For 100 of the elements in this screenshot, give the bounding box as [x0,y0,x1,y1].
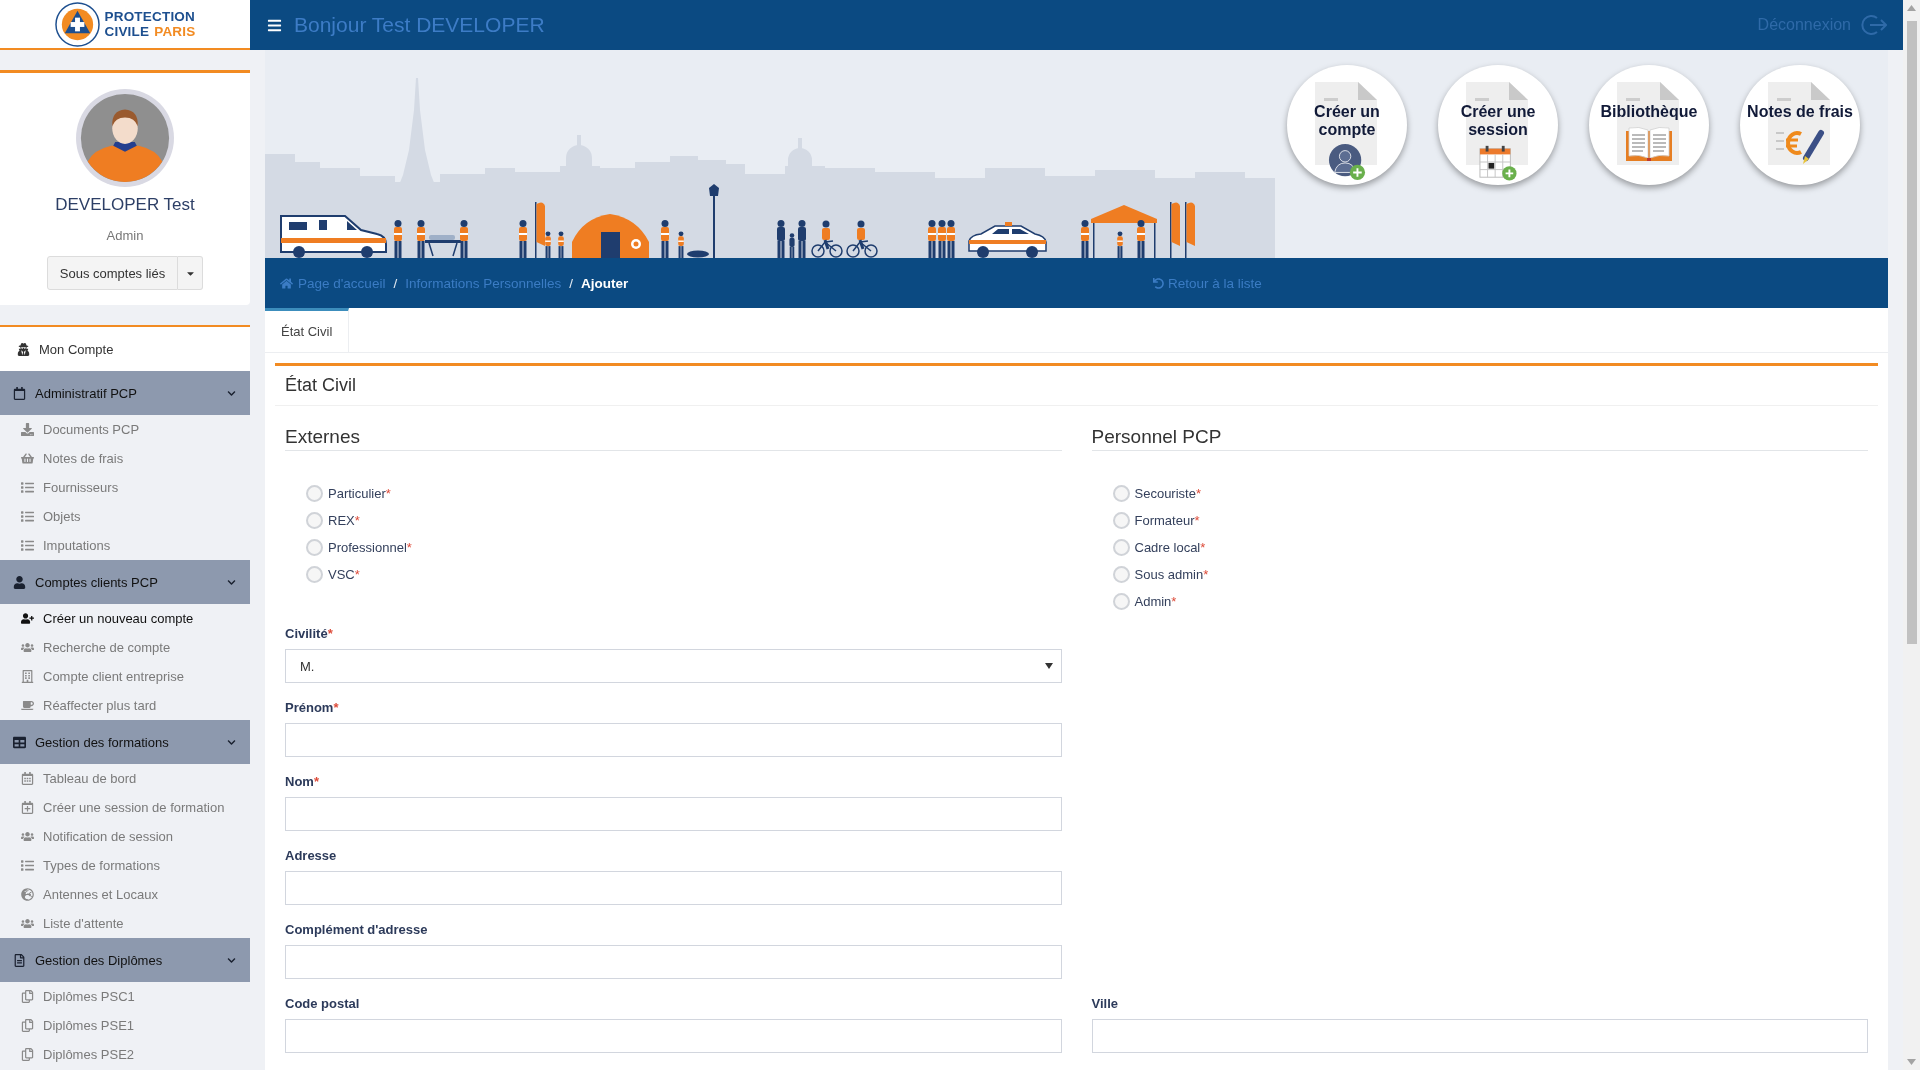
sidebar-item[interactable]: Imputations [0,531,250,560]
rescuer-drawing [545,231,551,258]
document-icon [13,953,26,967]
table-icon [13,735,26,749]
radio-button[interactable] [1112,512,1130,529]
dropdown-toggle-button[interactable] [178,256,204,290]
sidebar-item[interactable]: Recherche de compte [0,633,250,662]
radio-button[interactable] [1112,539,1130,556]
text-input-field[interactable] [285,797,1062,831]
profile-role: Admin [106,227,144,245]
radio-button[interactable] [306,566,323,583]
calendar-icon [21,772,34,785]
text-input-field[interactable] [285,945,1062,979]
sidebar-item[interactable]: Antennes et Locaux [0,880,250,909]
scrollbar-thumb[interactable] [1906,21,1917,644]
list-icon [21,510,34,523]
copy-icon [21,990,34,1003]
pedestrian-drawing [798,220,806,258]
rescuer-drawing [1117,231,1123,258]
greeting-title: Bonjour Test DEVELOPER [294,13,545,37]
rescuer-drawing [661,220,669,258]
sidebar-item[interactable]: Notification de session [0,822,250,851]
breadcrumb-link[interactable]: Informations Personnelles [405,275,562,291]
shortcut-button[interactable]: Bibliothèque [1589,65,1709,185]
radio-button[interactable] [1112,485,1130,502]
back-link[interactable]: Retour à la liste [1153,275,1262,291]
radio-button[interactable] [306,539,323,556]
sidebar-item[interactable]: Créer une session de formation [0,793,250,822]
radio-label: Cadre local* [1134,540,1206,555]
home-icon [280,276,293,290]
tab[interactable]: État Civil [265,308,350,352]
menu-icon[interactable] [267,17,282,33]
shortcut-button[interactable]: Créer un compte [1287,65,1407,185]
stretcher-drawing [425,235,461,257]
breadcrumb-link[interactable]: Page d'accueil [280,275,386,291]
caret-icon [1044,663,1053,669]
sidebar-item[interactable]: Fournisseurs [0,473,250,502]
sidebar-item[interactable]: Réaffecter plus tard [0,691,250,720]
add-user-icon [1328,143,1366,181]
canopy-drawing [1091,205,1157,258]
copy-icon [21,1019,34,1032]
sidebar-group-header[interactable]: Comptes clients PCP [0,560,250,604]
breadcrumb-link[interactable]: Ajouter [581,275,629,291]
field-label: Civilité* [285,625,333,643]
sidebar-group-header[interactable]: Gestion des Diplômes [0,938,250,982]
scroll-up-arrow-icon[interactable] [1907,5,1916,11]
users-icon [21,917,34,930]
radio-label: Secouriste* [1134,486,1201,501]
text-input-field[interactable] [285,723,1062,757]
text-input-field[interactable] [1091,1019,1868,1053]
sidebar-item[interactable]: Notes de frais [0,444,250,473]
sidebar-item[interactable]: Objets [0,502,250,531]
person-icon [13,575,26,589]
cyclist-drawing [811,220,843,258]
shortcut-button[interactable]: Notes de frais [1740,65,1860,185]
text-input-field[interactable] [285,1019,1062,1053]
field-label: Adresse [285,847,337,865]
sidebar-item[interactable]: Tableau de bord [0,764,250,793]
radio-label: Sous admin* [1134,567,1209,582]
globe-icon [21,888,34,901]
field-label: Ville [1091,995,1118,1013]
open-book-icon [1624,125,1674,163]
child-drawing [789,233,795,258]
calendar-icon [13,386,26,400]
sidebar-group-header[interactable]: Administratif PCP [0,371,250,415]
avatar-silhouette-icon [76,89,174,187]
radio-button[interactable] [306,512,323,529]
radio-label: REX* [328,513,360,528]
sidebar-group-header[interactable]: Gestion des formations [0,720,250,764]
coffee-cup-icon [21,699,34,712]
scrollbar-track[interactable] [1903,0,1920,1070]
logo-title: PROTECTION [104,9,196,24]
add-user-icon [21,612,34,625]
shortcut-button[interactable]: Créer une session [1438,65,1558,185]
sidebar-item[interactable]: Documents PCP [0,415,250,444]
beach-flag-drawing [1170,202,1180,258]
text-input-field[interactable] [285,871,1062,905]
sidebar-item[interactable]: Diplômes PSC1 [0,982,250,1011]
scroll-down-arrow-icon[interactable] [1907,1059,1916,1065]
building-icon [21,670,34,683]
sidebar-item[interactable]: Liste d'attente [0,909,250,938]
cyclist-drawing [846,220,878,258]
radio-button[interactable] [1112,566,1130,583]
lying-person-drawing [687,250,709,258]
sidebar-item[interactable]: Compte client entreprise [0,662,250,691]
radio-label: Admin* [1134,594,1177,609]
linked-accounts-button[interactable]: Sous comptes liés [46,256,179,290]
sidebar-item[interactable]: Diplômes PSE1 [0,1011,250,1040]
sidebar-item[interactable]: Types de formations [0,851,250,880]
radio-button[interactable] [306,485,323,502]
sidebar-item[interactable]: Créer un nouveau compte [0,604,250,633]
list-icon [21,481,34,494]
sidebar-item[interactable]: Diplômes PSE2 [0,1040,250,1069]
sidebar-item[interactable]: Mon Compte [0,327,250,371]
radio-button[interactable] [1112,593,1130,610]
rescuer-drawing [1137,220,1145,258]
rescuer-drawing [417,220,425,258]
download-icon [21,423,34,436]
select-field[interactable]: M. [285,649,1062,683]
incognito-icon [17,342,30,356]
